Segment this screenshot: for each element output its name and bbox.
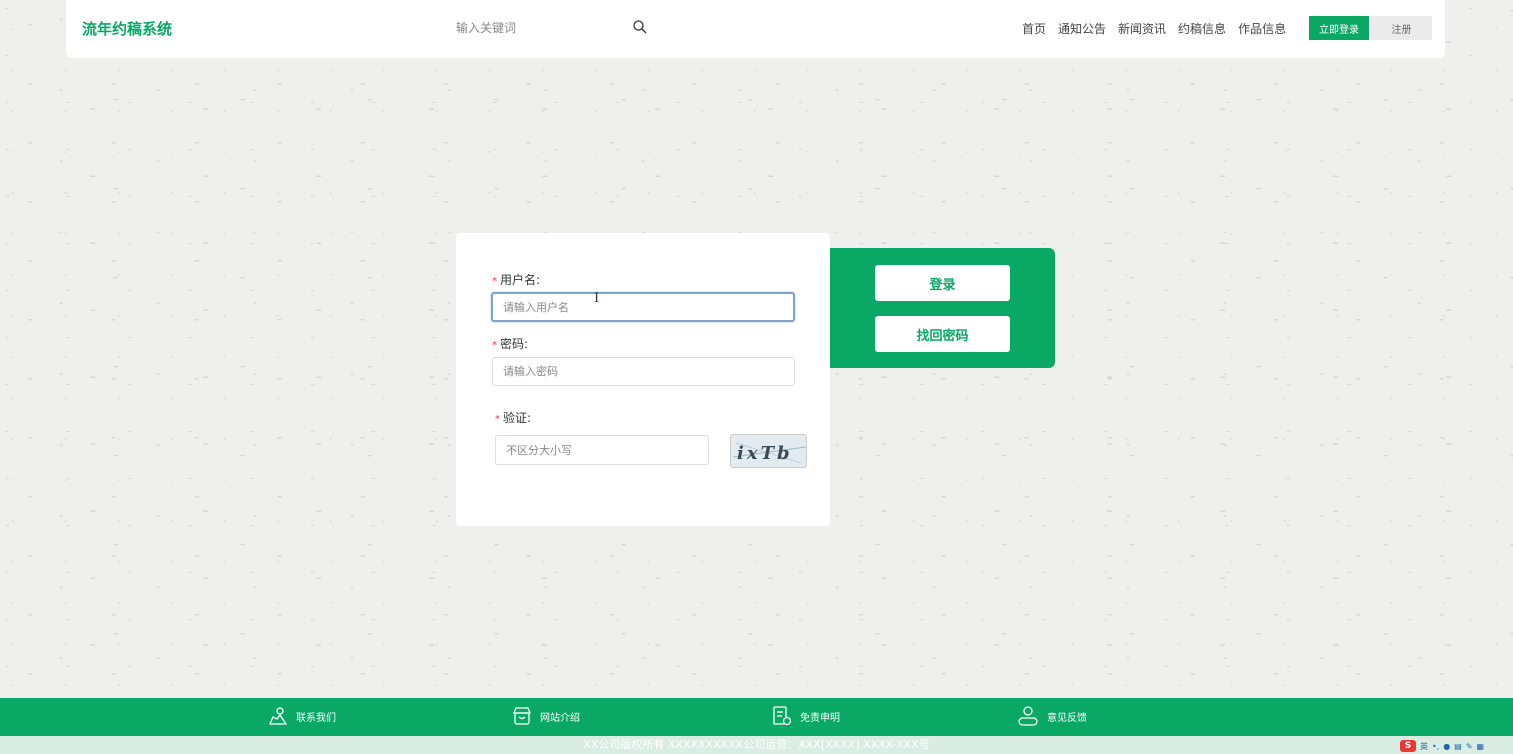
footer-contact[interactable]: 联系我们 [268, 706, 336, 726]
password-input[interactable] [492, 357, 795, 386]
toolbox-icon[interactable]: ▦ [1477, 742, 1485, 751]
store-icon [513, 707, 531, 725]
captcha-image[interactable]: ixTb [730, 434, 807, 468]
search-icon[interactable] [632, 19, 648, 35]
login-action-panel: 登录 找回密码 [830, 248, 1055, 368]
user-icon [1018, 706, 1038, 726]
footer-links-bar: 联系我们 网站介绍 免责申明 意见反馈 [0, 698, 1513, 736]
nav-home[interactable]: 首页 [1022, 20, 1046, 37]
captcha-input[interactable] [495, 435, 709, 465]
nav-notices[interactable]: 通知公告 [1058, 20, 1106, 37]
ime-toolbar[interactable]: S 英 •, ● ▤ ✎ ▦ [1400, 740, 1484, 752]
main-nav: 首页 通知公告 新闻资讯 约稿信息 作品信息 [1022, 20, 1286, 37]
site-brand[interactable]: 流年约稿系统 [82, 18, 172, 39]
footer-disclaimer[interactable]: 免责申明 [772, 706, 840, 726]
header-register-button[interactable]: 注册 [1371, 16, 1432, 40]
nav-works[interactable]: 作品信息 [1238, 20, 1286, 37]
top-navbar: 流年约稿系统 首页 通知公告 新闻资讯 约稿信息 作品信息 立即登录 注册 [66, 0, 1445, 58]
footer-about-label: 网站介绍 [540, 712, 580, 724]
document-icon [773, 706, 792, 726]
footer-contact-label: 联系我们 [296, 712, 336, 724]
login-button[interactable]: 登录 [875, 265, 1010, 301]
keyboard-icon[interactable]: ▤ [1454, 742, 1462, 751]
contact-icon [269, 707, 288, 725]
footer-disclaimer-label: 免责申明 [800, 712, 840, 724]
forgot-password-button[interactable]: 找回密码 [875, 316, 1010, 352]
username-input[interactable] [491, 292, 795, 322]
required-mark: * [495, 414, 500, 425]
captcha-text: ixTb [737, 443, 793, 464]
login-card: *用户名: *密码: *验证: ixTb [456, 233, 830, 526]
ime-language-label[interactable]: 英 [1420, 741, 1428, 752]
header-login-button[interactable]: 立即登录 [1309, 16, 1369, 40]
footer-feedback-label: 意见反馈 [1047, 712, 1087, 724]
footer-copyright: XX公司版权所有 XXXXXXXXXX公司运营：XXX[XXXX] XXXX-X… [0, 736, 1513, 754]
footer-feedback[interactable]: 意见反馈 [1017, 706, 1087, 726]
sogou-ime-icon[interactable]: S [1400, 740, 1416, 752]
captcha-label: * 验证: [495, 411, 532, 425]
nav-commissions[interactable]: 约稿信息 [1178, 20, 1226, 37]
footer-about[interactable]: 网站介绍 [512, 706, 580, 726]
search-input[interactable] [456, 17, 646, 39]
required-mark: * [492, 340, 497, 351]
required-mark: * [492, 276, 497, 287]
password-label: * 密码: [492, 337, 529, 351]
text-cursor-icon: I [594, 291, 600, 306]
punctuation-icon[interactable]: •, [1432, 742, 1439, 751]
username-label: * 用户名: [492, 273, 541, 287]
skin-icon[interactable]: ✎ [1466, 742, 1473, 751]
microphone-icon[interactable]: ● [1443, 742, 1450, 751]
nav-news[interactable]: 新闻资讯 [1118, 20, 1166, 37]
